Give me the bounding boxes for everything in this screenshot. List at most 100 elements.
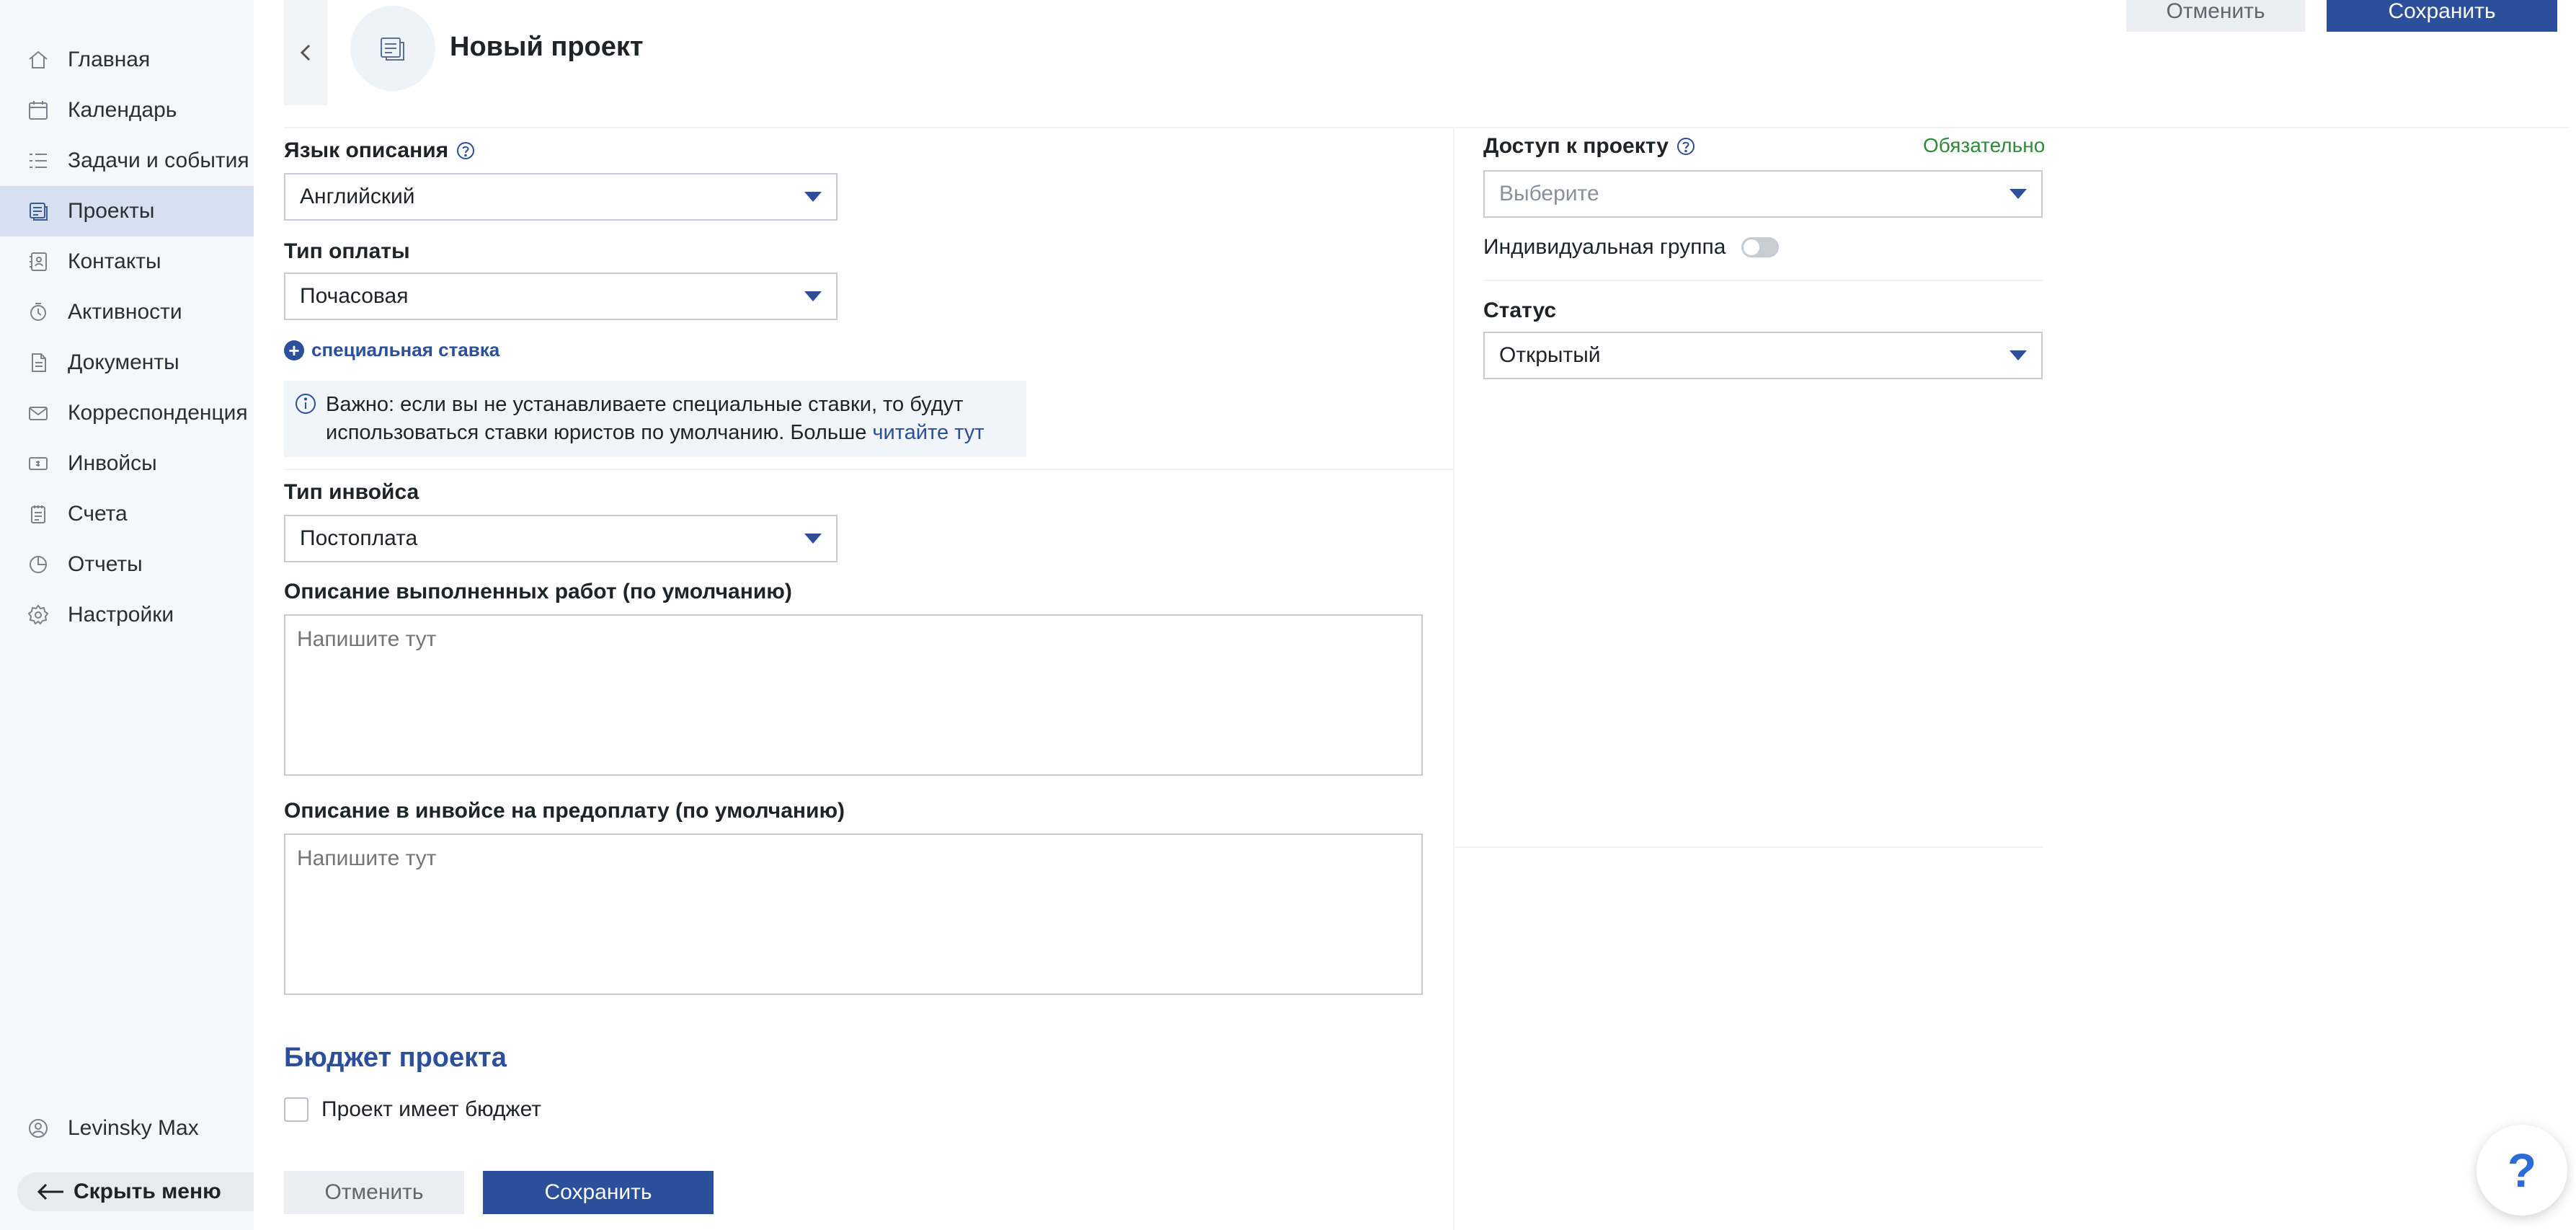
sidebar-item-reports[interactable]: Отчеты (0, 539, 254, 590)
sidebar-item-label: Проекты (68, 199, 155, 223)
user-profile[interactable]: Levinsky Max (0, 1103, 254, 1154)
invoice-type-select-value: Постоплата (300, 526, 418, 550)
header-cancel-button[interactable]: Отменить (2126, 0, 2305, 32)
sidebar-item-label: Настройки (68, 603, 174, 627)
header-save-button[interactable]: Сохранить (2327, 0, 2557, 32)
work-description-label: Описание выполненных работ (по умолчанию… (284, 580, 792, 603)
notice-read-more-link[interactable]: читайте тут (872, 421, 984, 444)
sidebar-item-label: Счета (68, 502, 128, 526)
user-name: Levinsky Max (68, 1116, 199, 1140)
prepay-description-label: Описание в инвойсе на предоплату (по умо… (284, 799, 845, 823)
payment-type-label: Тип оплаты (284, 239, 410, 263)
sidebar-item-label: Главная (68, 48, 151, 71)
calendar-icon (26, 98, 50, 123)
status-select[interactable]: Открытый (1483, 332, 2043, 379)
help-fab-button[interactable]: ? (2477, 1125, 2567, 1216)
documents-icon (26, 350, 50, 375)
caret-down-icon (804, 192, 822, 202)
sidebar-item-label: Отчеты (68, 552, 143, 576)
chevron-left-icon (300, 44, 311, 61)
projects-icon (26, 199, 50, 224)
sidebar-item-label: Календарь (68, 98, 177, 122)
reports-icon (26, 552, 50, 577)
sidebar-item-projects[interactable]: Проекты (0, 186, 254, 236)
sidebar-item-calendar[interactable]: Календарь (0, 85, 254, 136)
has-budget-label: Проект имеет бюджет (321, 1097, 542, 1121)
settings-icon (26, 603, 50, 627)
sidebar-item-label: Корреспонденция (68, 401, 248, 425)
column-divider (1453, 128, 1454, 1230)
access-label: Доступ к проекту (1483, 134, 1696, 159)
access-select-placeholder: Выберите (1499, 182, 1599, 205)
sidebar-item-label: Контакты (68, 249, 161, 273)
rates-notice: Важно: если вы не устанавливаете специал… (284, 381, 1026, 457)
status-select-value: Открытый (1499, 343, 1601, 367)
sidebar-item-accounts[interactable]: Счета (0, 489, 254, 539)
access-select[interactable]: Выберите (1483, 170, 2043, 218)
plus-circle-icon: + (284, 340, 304, 360)
caret-down-icon (804, 534, 822, 544)
sidebar-item-tasks[interactable]: Задачи и события (0, 136, 254, 186)
individual-group-label: Индивидуальная группа (1483, 235, 1726, 259)
sidebar-item-label: Активности (68, 300, 182, 324)
language-label: Язык описания (284, 138, 476, 163)
budget-section-title: Бюджет проекта (284, 1043, 507, 1073)
invoice-type-label: Тип инвойса (284, 480, 419, 504)
add-special-rate-label: специальная ставка (311, 339, 500, 360)
sidebar-item-invoices[interactable]: Инвойсы (0, 438, 254, 489)
contacts-icon (26, 249, 50, 274)
home-icon (26, 48, 50, 72)
status-label: Статус (1483, 298, 1557, 322)
work-description-textarea[interactable] (284, 614, 1423, 776)
sidebar-item-home[interactable]: Главная (0, 35, 254, 85)
sidebar-item-contacts[interactable]: Контакты (0, 236, 254, 287)
prepay-description-textarea[interactable] (284, 833, 1423, 995)
add-special-rate-link[interactable]: + специальная ставка (284, 339, 499, 361)
sidebar: Главная Календарь Задачи и события Проек… (0, 0, 254, 1230)
language-select-value: Английский (300, 185, 415, 208)
invoice-icon (26, 451, 50, 476)
back-button[interactable] (284, 0, 327, 105)
has-budget-checkbox-row[interactable]: Проект имеет бюджет (284, 1097, 541, 1122)
has-budget-checkbox[interactable] (284, 1097, 308, 1122)
invoice-type-select[interactable]: Постоплата (284, 515, 838, 562)
sidebar-item-mail[interactable]: Корреспонденция (0, 388, 254, 438)
page-title: Новый проект (450, 32, 644, 62)
language-label-text: Язык описания (284, 138, 449, 162)
tasks-icon (26, 149, 50, 173)
right-bottom-divider (1454, 846, 2043, 848)
sidebar-item-label: Задачи и события (68, 149, 249, 172)
info-icon (294, 392, 317, 415)
sidebar-nav: Главная Календарь Задачи и события Проек… (0, 35, 254, 640)
footer-cancel-button[interactable]: Отменить (284, 1171, 464, 1214)
caret-down-icon (804, 291, 822, 301)
accounts-icon (26, 502, 50, 526)
project-icon (350, 6, 435, 91)
toggle-knob (1744, 239, 1760, 255)
section-divider (284, 469, 1453, 470)
activity-icon (26, 300, 50, 324)
sidebar-item-label: Инвойсы (68, 451, 157, 475)
caret-down-icon (2009, 189, 2027, 199)
language-select[interactable]: Английский (284, 173, 838, 221)
payment-type-select-value: Почасовая (300, 284, 409, 308)
user-profile-item[interactable]: Levinsky Max (0, 1103, 254, 1154)
mail-icon (26, 401, 50, 425)
help-circle-icon[interactable] (456, 141, 476, 161)
sidebar-item-activity[interactable]: Активности (0, 287, 254, 337)
hide-menu-button[interactable]: Скрыть меню (17, 1172, 254, 1211)
arrow-left-icon (37, 1183, 63, 1200)
header-divider (284, 127, 2569, 128)
caret-down-icon (2009, 350, 2027, 360)
hide-menu-label: Скрыть меню (74, 1180, 221, 1203)
notice-text: Важно: если вы не устанавливаете специал… (326, 393, 964, 444)
sidebar-item-label: Документы (68, 350, 179, 374)
individual-group-row: Индивидуальная группа (1483, 235, 1780, 260)
access-label-text: Доступ к проекту (1483, 134, 1669, 158)
sidebar-item-settings[interactable]: Настройки (0, 590, 254, 640)
footer-save-button[interactable]: Сохранить (483, 1171, 714, 1214)
individual-group-toggle[interactable] (1741, 237, 1780, 257)
sidebar-item-documents[interactable]: Документы (0, 337, 254, 388)
payment-type-select[interactable]: Почасовая (284, 273, 838, 320)
help-circle-icon[interactable] (1676, 136, 1696, 156)
